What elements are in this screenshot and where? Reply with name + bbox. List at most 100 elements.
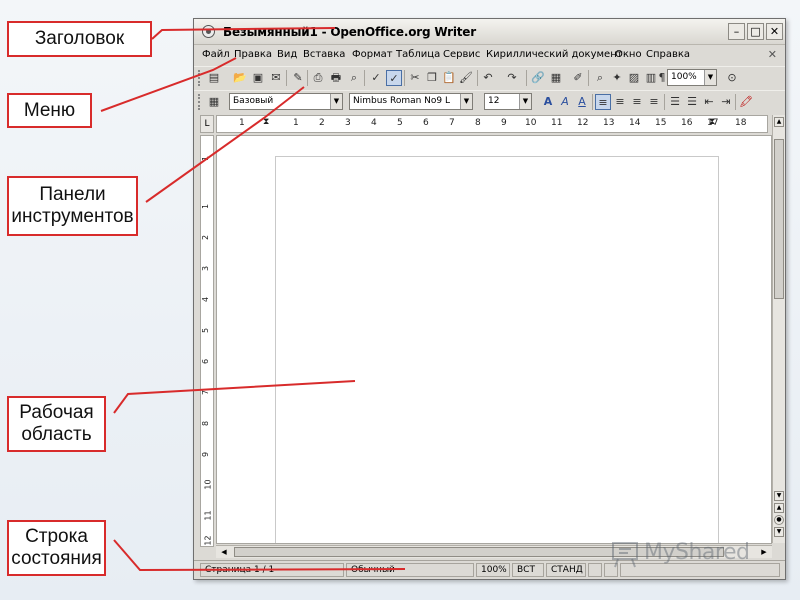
hyperlink-icon[interactable]: 🔗	[530, 70, 546, 86]
font-name-combo[interactable]: Nimbus Roman No9 L ▼	[349, 93, 473, 110]
status-page-count[interactable]: Страница 1 / 1	[200, 563, 344, 577]
save-icon[interactable]: ▣	[250, 70, 266, 86]
callout-workarea: Рабочая область	[7, 396, 106, 452]
navigation-icon[interactable]: ●	[774, 515, 784, 525]
watermark-text: MyShared	[644, 540, 750, 565]
align-center-icon[interactable]: ≡	[612, 94, 628, 110]
gallery-icon[interactable]: ▨	[626, 70, 642, 86]
right-indent-marker[interactable]: ⧗	[709, 117, 715, 127]
cut-icon[interactable]: ✂	[407, 70, 423, 86]
ruler-tab-selector[interactable]: L	[200, 115, 214, 133]
toolbar-separator	[664, 94, 665, 110]
new-document-icon[interactable]: ▤	[206, 70, 222, 86]
standard-toolbar: ▤ 📂 ▣ ✉ ✎ ⎙ 🖶 ⌕ ✓ ✓ ✂ ❐ 📋 🖌 ↶ ↷ 🔗 ▦ ✐ ⌕ …	[194, 66, 785, 88]
font-size-combo[interactable]: 12 ▼	[484, 93, 532, 110]
menu-help[interactable]: Справка	[646, 49, 690, 60]
status-zoom[interactable]: 100%	[476, 563, 510, 577]
menu-cyrillic-document[interactable]: Кириллический документ	[486, 49, 623, 60]
scroll-left-icon[interactable]: ◀	[218, 547, 230, 557]
status-document-modified[interactable]	[588, 563, 602, 577]
italic-icon[interactable]: A	[557, 94, 573, 110]
ruler-tick: 7	[201, 389, 211, 396]
writer-window: Безымянный1 - OpenOffice.org Writer – □ …	[193, 18, 786, 580]
ruler-tick: 5	[397, 118, 403, 128]
styles-formatting-icon[interactable]: ▦	[206, 94, 222, 110]
menu-table[interactable]: Таблица	[396, 49, 440, 60]
decrease-indent-icon[interactable]: ⇤	[701, 94, 717, 110]
show-draw-functions-icon[interactable]: ✐	[570, 70, 586, 86]
find-replace-icon[interactable]: ⌕	[592, 70, 608, 86]
undo-icon[interactable]: ↶	[480, 70, 496, 86]
navigator-icon[interactable]: ✦	[609, 70, 625, 86]
align-left-icon[interactable]: ≡	[595, 94, 611, 110]
help-icon[interactable]: ⊙	[724, 70, 740, 86]
menu-view[interactable]: Вид	[277, 49, 297, 60]
openoffice-app-icon[interactable]	[202, 25, 215, 38]
chevron-down-icon[interactable]: ▼	[330, 94, 342, 109]
next-page-icon[interactable]: ▼	[774, 527, 784, 537]
edit-file-icon[interactable]: ✎	[290, 70, 306, 86]
toolbar-grip[interactable]	[198, 94, 202, 110]
menu-window[interactable]: Окно	[615, 49, 642, 60]
maximize-button[interactable]: □	[747, 23, 764, 40]
email-icon[interactable]: ✉	[268, 70, 284, 86]
bold-icon[interactable]: A	[540, 94, 556, 110]
spellcheck-icon[interactable]: ✓	[368, 70, 384, 86]
close-button[interactable]: ✕	[766, 23, 783, 40]
paste-icon[interactable]: 📋	[441, 70, 457, 86]
numbering-icon[interactable]: ☰	[667, 94, 683, 110]
ruler-tick: 4	[201, 296, 211, 303]
table-icon[interactable]: ▦	[548, 70, 564, 86]
scroll-up-icon[interactable]: ▲	[774, 117, 784, 127]
menu-edit[interactable]: Правка	[234, 49, 272, 60]
status-insert-mode[interactable]: ВСТ	[512, 563, 544, 577]
justify-icon[interactable]: ≡	[646, 94, 662, 110]
callout-workarea-line1: Рабочая	[19, 402, 94, 423]
horizontal-ruler[interactable]: 1 1 2 3 4 5 6 7 8 9 10 11 12 13 14 15 16…	[216, 115, 768, 133]
chevron-down-icon[interactable]: ▼	[519, 94, 531, 109]
paragraph-style-combo[interactable]: Базовый ▼	[229, 93, 343, 110]
chevron-down-icon[interactable]: ▼	[460, 94, 472, 109]
ruler-tick: 12	[203, 535, 213, 546]
previous-page-icon[interactable]: ▲	[774, 503, 784, 513]
font-name-value: Nimbus Roman No9 L	[353, 96, 451, 106]
menu-tools[interactable]: Сервис	[443, 49, 480, 60]
chevron-down-icon[interactable]: ▼	[704, 70, 716, 85]
callout-toolbars-line2: инструментов	[11, 206, 134, 227]
print-icon[interactable]: 🖶	[328, 70, 344, 86]
bullets-icon[interactable]: ☰	[684, 94, 700, 110]
document-page[interactable]	[275, 156, 719, 543]
zoom-combo[interactable]: 100% ▼	[667, 69, 717, 86]
increase-indent-icon[interactable]: ⇥	[718, 94, 734, 110]
menu-file[interactable]: Файл	[202, 49, 230, 60]
format-paintbrush-icon[interactable]: 🖌	[458, 70, 474, 86]
status-page-style[interactable]: Обычный	[346, 563, 474, 577]
ruler-tick: 16	[681, 118, 693, 128]
underline-icon[interactable]: A	[574, 94, 590, 110]
copy-icon[interactable]: ❐	[424, 70, 440, 86]
vertical-ruler[interactable]: 1 1 2 3 4 5 6 7 8 9 10 11 12	[200, 135, 214, 547]
toolbar-separator	[307, 70, 308, 86]
ruler-tick: 3	[201, 265, 211, 272]
menu-insert[interactable]: Вставка	[303, 49, 345, 60]
highlight-color-icon[interactable]: 🖍	[738, 94, 754, 110]
vertical-scroll-thumb[interactable]	[774, 139, 784, 299]
toolbar-grip[interactable]	[198, 70, 202, 86]
scroll-down-icon[interactable]: ▼	[774, 491, 784, 501]
menu-format[interactable]: Формат	[352, 49, 393, 60]
open-folder-icon[interactable]: 📂	[232, 70, 248, 86]
status-selection-mode[interactable]: СТАНД	[546, 563, 586, 577]
page-preview-icon[interactable]: ⌕	[346, 70, 362, 86]
align-right-icon[interactable]: ≡	[629, 94, 645, 110]
ruler-tick: 13	[603, 118, 615, 128]
document-workspace[interactable]	[216, 135, 772, 544]
redo-icon[interactable]: ↷	[504, 70, 520, 86]
autospellcheck-icon[interactable]: ✓	[386, 70, 402, 86]
minimize-button[interactable]: –	[728, 23, 745, 40]
export-pdf-icon[interactable]: ⎙	[310, 70, 326, 86]
document-close-icon[interactable]: ✕	[768, 48, 777, 61]
title-bar[interactable]: Безымянный1 - OpenOffice.org Writer – □ …	[194, 19, 785, 45]
vertical-scrollbar[interactable]: ▲ ▼ ▲ ● ▼	[772, 115, 785, 543]
left-indent-marker[interactable]: ⧗	[263, 117, 269, 127]
callout-menu-text: Меню	[23, 99, 76, 121]
